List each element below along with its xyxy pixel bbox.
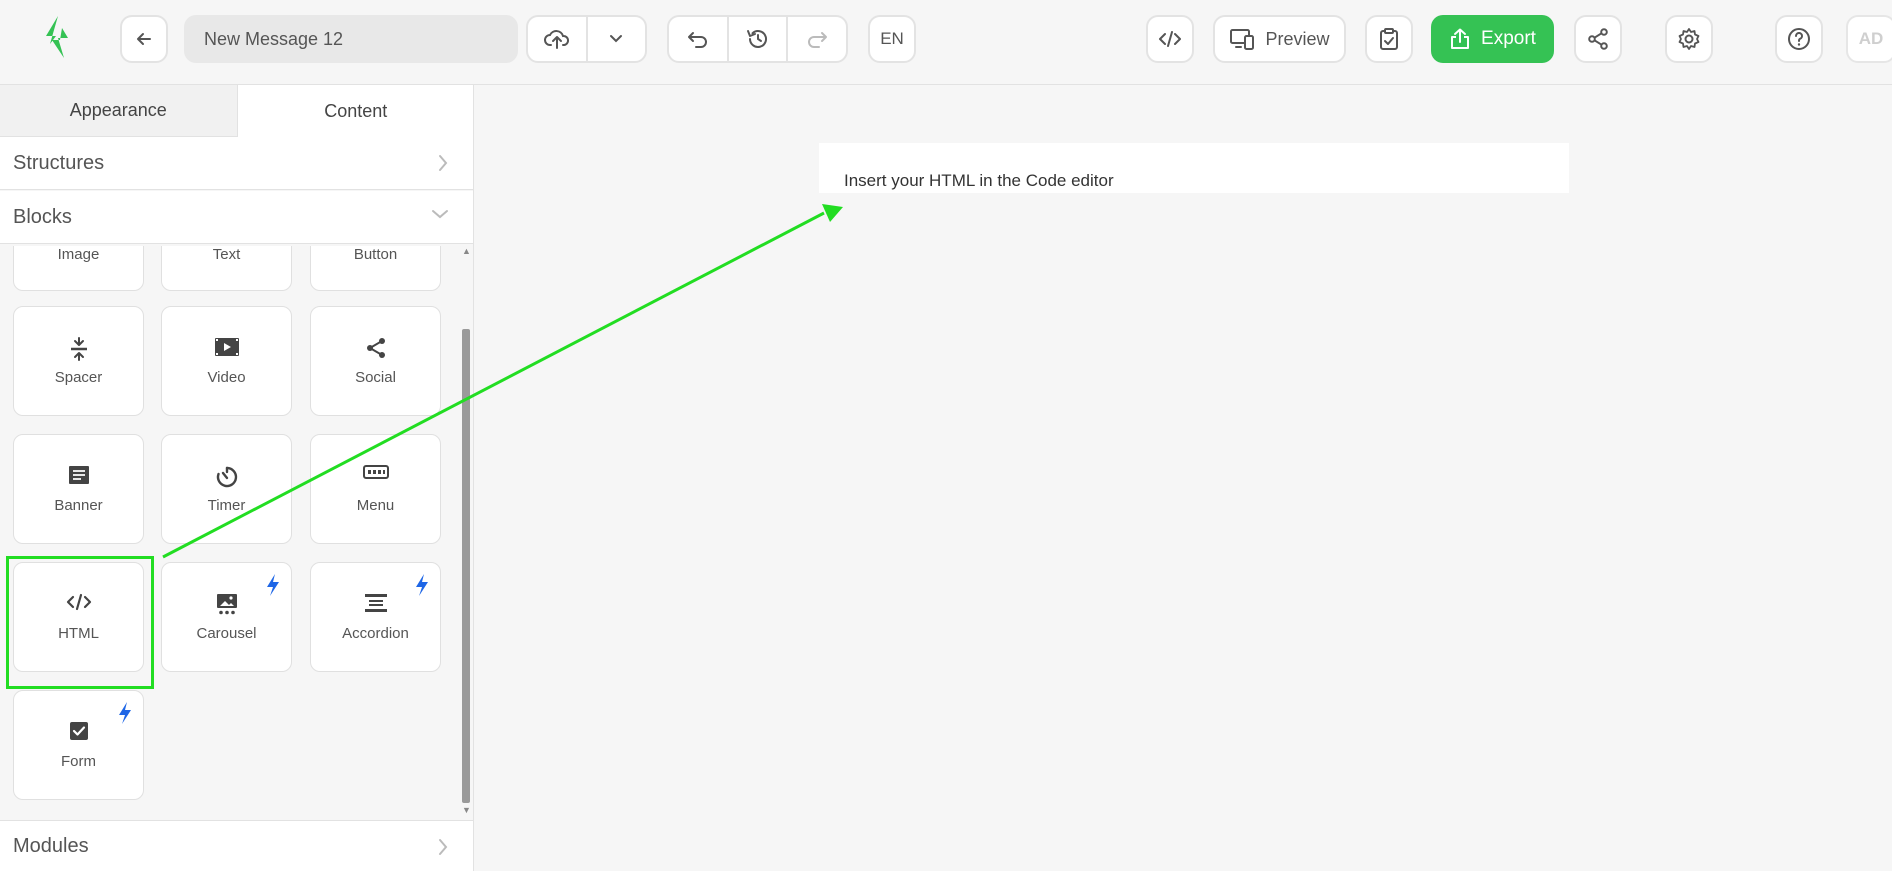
share-button[interactable]: [1574, 15, 1622, 63]
chevron-right-icon: [439, 155, 448, 171]
scroll-down-arrow[interactable]: ▼: [462, 805, 471, 815]
accordion-icon: [364, 594, 387, 612]
tab-content[interactable]: Content: [237, 85, 473, 137]
save-options-dropdown[interactable]: [588, 17, 645, 61]
chevron-right-icon: [439, 839, 448, 855]
tab-appearance[interactable]: Appearance: [0, 85, 238, 137]
undo-button[interactable]: [669, 17, 727, 61]
block-button-label: Button: [353, 246, 398, 263]
block-form[interactable]: Form: [13, 690, 144, 800]
email-canvas: [475, 85, 1892, 871]
message-name-input[interactable]: New Message 12: [184, 15, 518, 63]
test-checklist-button[interactable]: [1365, 15, 1413, 63]
code-editor-button[interactable]: [1146, 15, 1194, 63]
redo-icon: [808, 32, 828, 48]
block-timer-label: Timer: [207, 497, 246, 514]
block-accordion[interactable]: Accordion: [310, 562, 441, 672]
html-block-placeholder[interactable]: Insert your HTML in the Code editor: [819, 143, 1569, 193]
language-button[interactable]: EN: [868, 15, 916, 63]
checkbox-icon: [69, 722, 88, 740]
avatar-initials: AD: [1858, 29, 1884, 48]
history-icon: [746, 30, 767, 48]
block-social-label: Social: [355, 369, 396, 386]
export-label: Export: [1481, 28, 1536, 49]
block-menu-label: Menu: [356, 497, 395, 514]
blocks-section-header[interactable]: Blocks: [0, 191, 473, 244]
preview-button[interactable]: Preview: [1213, 15, 1346, 63]
preview-label: Preview: [1265, 28, 1330, 49]
modules-label: Modules: [13, 834, 89, 857]
top-toolbar: New Message 12 EN Preview Export AD: [0, 0, 1892, 85]
version-history-button[interactable]: [729, 17, 787, 61]
spacer-icon: [70, 337, 87, 361]
lightning-icon: [416, 574, 428, 596]
tab-content-label: Content: [324, 100, 388, 121]
block-form-label: Form: [61, 753, 96, 770]
block-carousel-label: Carousel: [196, 625, 257, 642]
structures-label: Structures: [13, 151, 105, 174]
lightning-icon: [119, 702, 131, 724]
html-placeholder-text: Insert your HTML in the Code editor: [844, 171, 1114, 190]
sidebar-tabs: Appearance Content: [0, 85, 473, 137]
message-name-text: New Message 12: [204, 28, 344, 49]
block-banner-label: Banner: [54, 497, 103, 514]
block-timer[interactable]: Timer: [161, 434, 292, 544]
block-image[interactable]: Image: [13, 246, 144, 291]
cloud-upload-button[interactable]: [528, 17, 586, 61]
banner-icon: [68, 466, 89, 484]
devices-icon: [1230, 29, 1255, 50]
blocks-label: Blocks: [13, 205, 72, 228]
lightning-icon: [267, 574, 279, 596]
block-text-label: Text: [212, 246, 241, 263]
chevron-down-icon: [432, 210, 448, 219]
settings-button[interactable]: [1665, 15, 1713, 63]
block-social[interactable]: Social: [310, 306, 441, 416]
block-menu[interactable]: Menu: [310, 434, 441, 544]
gear-icon: [1678, 28, 1700, 50]
redo-button[interactable]: [788, 17, 846, 61]
save-group: [526, 15, 647, 63]
block-video-label: Video: [207, 369, 246, 386]
clipboard-check-icon: [1380, 28, 1398, 50]
history-group: [667, 15, 848, 63]
block-button[interactable]: Button: [310, 246, 441, 291]
logo-icon: [40, 14, 74, 60]
block-image-label: Image: [57, 246, 100, 263]
help-button[interactable]: [1775, 15, 1823, 63]
structures-section-header[interactable]: Structures: [0, 137, 473, 190]
html-block-highlight: [6, 556, 154, 689]
block-carousel[interactable]: Carousel: [161, 562, 292, 672]
modules-section-header[interactable]: Modules: [0, 820, 473, 871]
user-avatar[interactable]: AD: [1846, 15, 1892, 63]
help-icon: [1788, 28, 1810, 50]
carousel-icon: [216, 594, 237, 615]
back-button[interactable]: [120, 15, 168, 63]
block-video[interactable]: Video: [161, 306, 292, 416]
code-icon: [1159, 31, 1181, 47]
timer-icon: [216, 466, 237, 488]
share-icon: [366, 338, 385, 358]
export-button[interactable]: Export: [1431, 15, 1554, 63]
export-icon: [1451, 28, 1470, 49]
video-icon: [214, 338, 239, 356]
tab-appearance-label: Appearance: [69, 100, 167, 120]
chevron-down-icon: [610, 35, 623, 43]
block-spacer-label: Spacer: [54, 369, 103, 386]
menu-icon: [362, 465, 389, 479]
blocks-scrollbar-thumb[interactable]: [462, 329, 470, 803]
language-label: EN: [880, 29, 904, 48]
block-text[interactable]: Text: [161, 246, 292, 291]
scroll-up-arrow[interactable]: ▲: [462, 246, 471, 256]
cloud-upload-icon: [544, 30, 570, 49]
undo-icon: [687, 32, 707, 48]
block-accordion-label: Accordion: [342, 625, 409, 642]
block-banner[interactable]: Banner: [13, 434, 144, 544]
arrow-left-icon: [137, 33, 151, 45]
blocks-grid: Image Text Button Spacer Video Social Ba…: [0, 246, 460, 818]
block-spacer[interactable]: Spacer: [13, 306, 144, 416]
share-icon: [1588, 28, 1608, 50]
